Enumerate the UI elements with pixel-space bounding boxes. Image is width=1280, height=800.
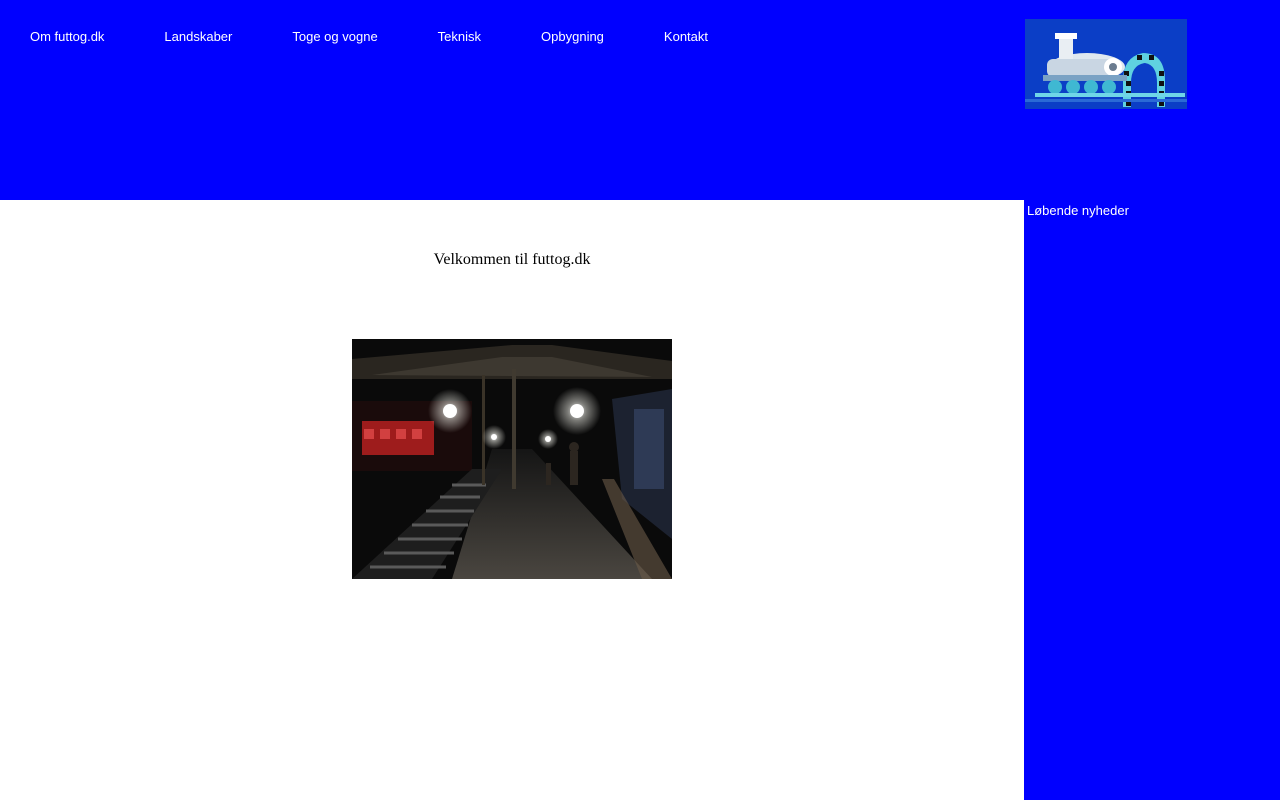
nav-item-teknisk[interactable]: Teknisk xyxy=(438,29,481,45)
nav-item-toge-og-vogne[interactable]: Toge og vogne xyxy=(292,29,377,45)
news-sidebar: Løbende nyheder xyxy=(1024,200,1280,800)
nav-item-kontakt[interactable]: Kontakt xyxy=(664,29,708,45)
news-sidebar-title: Løbende nyheder xyxy=(1027,203,1129,218)
main-nav: Om futtog.dk Landskaber Toge og vogne Te… xyxy=(0,29,738,45)
steam-locomotive-logo-icon xyxy=(1025,19,1187,109)
train-station-platform-photo-icon xyxy=(352,339,672,579)
nav-item-om-futtog[interactable]: Om futtog.dk xyxy=(30,29,104,45)
site-header: Om futtog.dk Landskaber Toge og vogne Te… xyxy=(0,0,1280,200)
nav-item-landskaber[interactable]: Landskaber xyxy=(164,29,232,45)
train-station-photo xyxy=(352,339,672,579)
main-content: Velkommen til futtog.dk xyxy=(0,200,1024,800)
site-logo[interactable] xyxy=(1025,19,1187,109)
nav-item-opbygning[interactable]: Opbygning xyxy=(541,29,604,45)
welcome-heading: Velkommen til futtog.dk xyxy=(433,251,591,268)
